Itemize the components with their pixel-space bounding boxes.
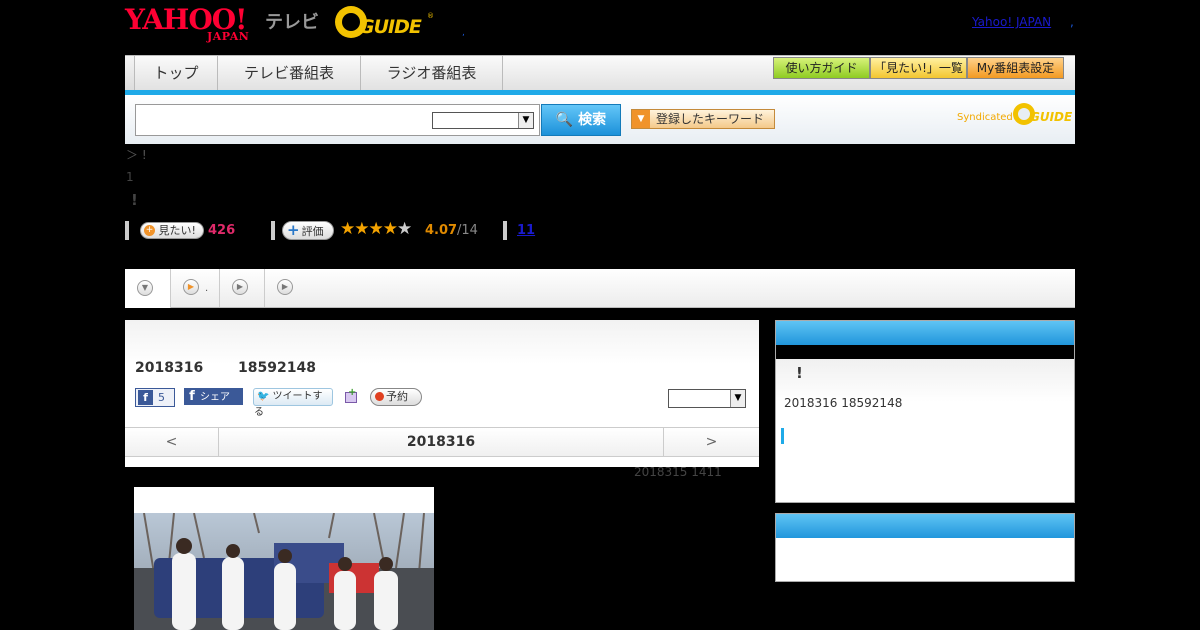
twitter-bird-icon: 🐦	[257, 391, 270, 402]
star-filled-icon: ★	[368, 219, 384, 239]
program-image-block	[134, 487, 434, 630]
star-filled-icon: ★	[354, 219, 369, 239]
side-secondary-box	[775, 513, 1075, 582]
triangle-down-icon: ▼	[632, 110, 650, 128]
yahoo-japan-link[interactable]: Yahoo! JAPAN	[972, 15, 1051, 29]
nav-tab-radio-schedule[interactable]: ラジオ番組表	[361, 56, 503, 90]
rate-button[interactable]: + 評価	[282, 221, 334, 240]
side-program-title: !	[796, 364, 803, 382]
site-logo[interactable]: YAHOO! JAPAN テレビ GUIDE ®	[125, 4, 465, 44]
rate-label: 評価	[301, 225, 324, 238]
my-schedule-settings-button[interactable]: My番組表設定	[967, 57, 1064, 79]
play-icon: ▶	[183, 279, 199, 295]
search-area: ▼ 🔍 検索 ▼ 登録したキーワード Syndicated GUIDE	[125, 95, 1075, 144]
review-count-link[interactable]: 11	[517, 223, 535, 238]
facebook-icon: f	[189, 389, 195, 404]
update-info: 2018315 1411	[634, 465, 722, 479]
facebook-like-button[interactable]: f5	[135, 388, 175, 407]
gguide-logo-text: GUIDE	[359, 16, 422, 38]
search-button-label: 検索	[578, 112, 607, 128]
header-separator-2: ,	[1070, 15, 1074, 29]
nav-tab-tv-schedule[interactable]: テレビ番組表	[218, 56, 361, 90]
star-filled-icon: ★	[382, 219, 398, 239]
play-icon: ▶	[232, 279, 248, 295]
syndicated-label: Syndicated	[957, 112, 1013, 123]
header-separator: ,	[462, 28, 465, 38]
reserve-button[interactable]: 予約	[370, 388, 422, 406]
program-photo	[134, 513, 434, 630]
rating-count: /14	[457, 223, 478, 238]
facebook-share-label: シェア	[200, 392, 230, 403]
panel-select[interactable]: ▼	[668, 389, 746, 408]
search-button[interactable]: 🔍 検索	[541, 104, 621, 136]
stat-divider	[503, 221, 507, 240]
breadcrumb[interactable]: ＞ !	[126, 146, 147, 163]
mitai-list-button[interactable]: 「見たい!」一覧	[870, 57, 967, 79]
play-icon: ▶	[277, 279, 293, 295]
plus-icon: +	[287, 221, 300, 239]
tab-video[interactable]: ▶ .	[171, 269, 220, 307]
star-empty-icon: ★	[397, 219, 412, 239]
rating-stars: ★★★★★	[340, 219, 412, 239]
tab-reviews[interactable]: ▶	[265, 269, 310, 307]
facebook-like-count: 5	[158, 391, 165, 404]
facebook-icon: f	[138, 390, 153, 405]
record-dot-icon	[375, 391, 384, 401]
current-date: 2018316	[406, 434, 476, 450]
side-box-body	[776, 359, 1074, 502]
usage-guide-button[interactable]: 使い方ガイド	[773, 57, 870, 79]
side-program-box: ! 2018316 18592148	[775, 320, 1075, 503]
syndicated-brand-text: GUIDE	[1030, 110, 1073, 124]
content-tabs: ▼ ▶ . ▶ ▶	[125, 269, 1075, 308]
episode-number: 1	[126, 170, 134, 184]
stat-divider	[271, 221, 275, 240]
tab-overview[interactable]: ▼	[125, 269, 171, 308]
program-title: !	[131, 191, 138, 209]
program-info-panel: 2018316 18592148 f5 f シェア 🐦 ツイートする + 予約 ▼ …	[125, 320, 759, 467]
japan-logo-text: JAPAN	[207, 30, 250, 43]
plus-icon: +	[144, 224, 155, 236]
tab-cast[interactable]: ▶	[220, 269, 265, 307]
star-filled-icon: ★	[340, 219, 355, 239]
chevron-down-icon: ▼	[137, 280, 153, 296]
navbar-edge	[125, 56, 135, 90]
next-date-button[interactable]: >	[663, 428, 759, 456]
side-accent-mark	[781, 428, 784, 444]
chevron-down-icon: ▼	[518, 113, 533, 128]
mitai-button[interactable]: + 見たい!	[140, 222, 204, 239]
stat-divider	[125, 221, 129, 240]
syndicated-gguide-logo: GUIDE	[1013, 103, 1073, 127]
tab-video-label: .	[205, 283, 209, 294]
mitai-count: 426	[208, 223, 236, 238]
date-navigation: < 2018316 >	[125, 427, 759, 457]
air-time: 18592148	[238, 360, 316, 376]
facebook-share-button[interactable]: f シェア	[184, 388, 243, 405]
rating-value: 4.07	[425, 223, 458, 238]
chevron-down-icon: ▼	[730, 390, 745, 407]
side-program-datetime: 2018316 18592148	[784, 396, 903, 410]
search-icon: 🔍	[555, 112, 574, 128]
program-photo-illustration	[134, 513, 434, 630]
registered-keywords-label: 登録したキーワード	[656, 112, 765, 126]
tweet-button[interactable]: 🐦 ツイートする	[253, 388, 333, 418]
side-box-header	[776, 321, 1074, 345]
gguide-registered-mark: ®	[427, 12, 434, 20]
mitai-label: 見たい!	[158, 224, 196, 237]
reserve-label: 予約	[386, 390, 408, 403]
tv-logo-text: テレビ	[265, 12, 319, 33]
nav-tab-top[interactable]: トップ	[135, 56, 218, 90]
search-category-select[interactable]: ▼	[432, 112, 534, 129]
side-box-subheader	[776, 345, 1074, 359]
gguide-logo: GUIDE ®	[335, 6, 435, 42]
side-box2-header	[776, 514, 1074, 538]
registered-keywords-button[interactable]: ▼ 登録したキーワード	[631, 109, 775, 129]
plus-icon: +	[348, 387, 357, 398]
add-bookmark-icon[interactable]: +	[343, 388, 359, 404]
air-date: 2018316	[135, 360, 204, 376]
previous-date-button[interactable]: <	[125, 428, 219, 456]
